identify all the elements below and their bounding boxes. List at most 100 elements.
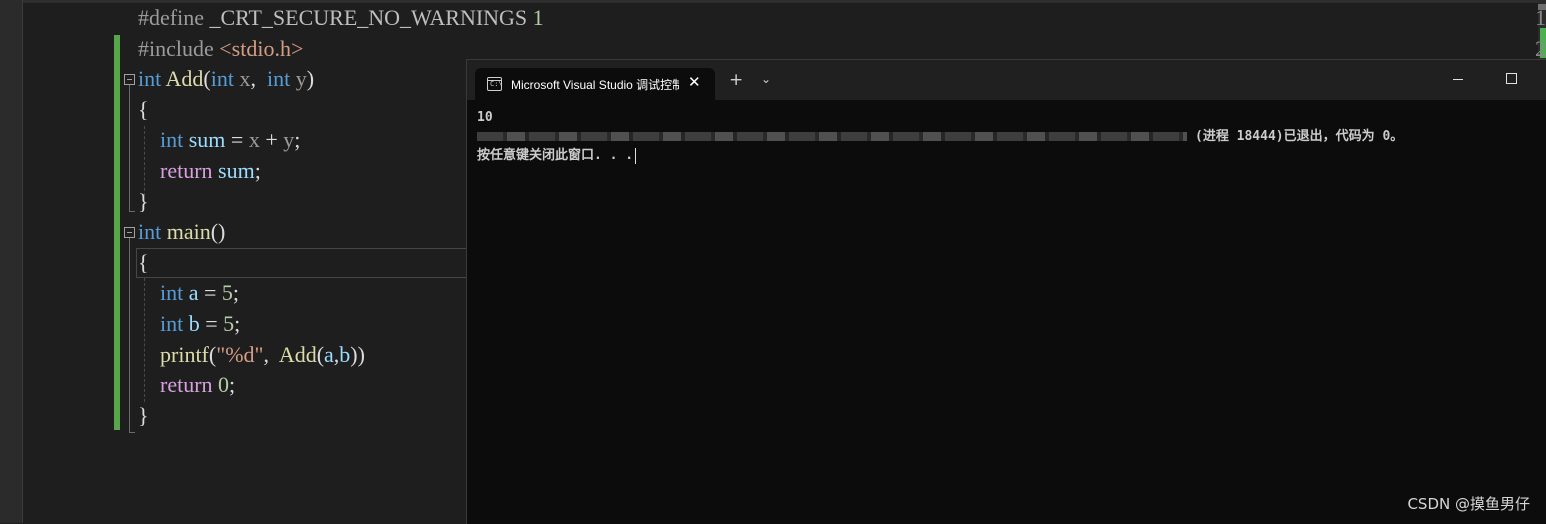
prompt-line: 按任意键关闭此窗口. . . bbox=[477, 146, 1403, 165]
code-token: int bbox=[210, 66, 234, 92]
code-token: 5 bbox=[221, 280, 233, 306]
output-result-line: 10 bbox=[477, 110, 493, 125]
text-cursor bbox=[635, 147, 637, 164]
code-token: main bbox=[166, 219, 211, 245]
code-token: ; bbox=[294, 127, 301, 153]
code-token: b bbox=[339, 341, 351, 367]
code-line: int a = 5; bbox=[138, 278, 239, 308]
code-token: int bbox=[160, 311, 184, 336]
code-line: int b = 5; bbox=[138, 309, 240, 339]
code-token: x bbox=[248, 127, 260, 153]
code-line: int main() bbox=[138, 217, 225, 247]
code-token: ) bbox=[306, 66, 315, 92]
code-token: a bbox=[324, 341, 334, 367]
code-token: int bbox=[160, 127, 184, 153]
code-line: #define _CRT_SECURE_NO_WARNINGS 1 bbox=[138, 3, 544, 33]
code-line: #include <stdio.h> bbox=[138, 34, 303, 64]
redacted-path bbox=[477, 132, 1187, 141]
code-token: = bbox=[198, 280, 222, 306]
code-token: () bbox=[210, 219, 226, 245]
code-token: , bbox=[250, 66, 267, 92]
code-token: int bbox=[160, 280, 184, 306]
minimize-button[interactable] bbox=[1453, 79, 1463, 80]
code-token: , bbox=[263, 341, 279, 367]
code-line: } bbox=[138, 187, 149, 217]
code-token: ; bbox=[234, 311, 241, 336]
code-token: _CRT_SECURE_NO_WARNINGS bbox=[209, 5, 528, 30]
fold-guide-add-end bbox=[129, 211, 135, 212]
prompt-text: 按任意键关闭此窗口. . . bbox=[477, 148, 634, 163]
code-token: y bbox=[295, 66, 307, 92]
code-token: y bbox=[283, 127, 295, 153]
code-token: ; bbox=[254, 158, 261, 183]
code-token: Add bbox=[278, 341, 317, 367]
code-token: 0 bbox=[218, 372, 230, 398]
code-token: } bbox=[138, 188, 149, 214]
fold-toggle-main[interactable] bbox=[124, 227, 135, 238]
code-token: = bbox=[225, 127, 249, 153]
code-token: + bbox=[259, 127, 284, 153]
code-line: int sum = x + y; bbox=[138, 125, 300, 155]
fold-guide-main-end bbox=[129, 432, 135, 433]
code-token: int bbox=[138, 219, 162, 245]
code-token: ( bbox=[203, 66, 211, 92]
code-line: int Add(int x, int y) bbox=[138, 64, 314, 94]
code-token: )) bbox=[350, 341, 365, 367]
code-token: 1 bbox=[527, 5, 544, 30]
code-line: printf("%d", Add(a,b)) bbox=[138, 340, 365, 370]
change-indicator-bar bbox=[114, 35, 120, 430]
code-token: { bbox=[138, 249, 149, 275]
code-token: ( bbox=[316, 341, 325, 367]
code-token: } bbox=[138, 402, 149, 428]
console-tab-bar: C:\ Microsoft Visual Studio 调试控制台 ✕ + ⌄ bbox=[467, 60, 1546, 100]
new-tab-button[interactable]: + bbox=[729, 72, 743, 89]
code-token: a bbox=[188, 280, 199, 306]
terminal-icon: C:\ bbox=[487, 77, 503, 91]
maximize-button[interactable] bbox=[1506, 73, 1517, 84]
fold-guide-main bbox=[129, 238, 130, 432]
exit-message-line: (进程 18444)已退出，代码为 0。 bbox=[477, 127, 1403, 146]
code-token: int bbox=[138, 66, 162, 92]
code-line: } bbox=[138, 401, 149, 431]
code-token: #define bbox=[138, 5, 210, 30]
code-token: = bbox=[199, 311, 224, 336]
code-token: sum bbox=[218, 158, 255, 183]
code-token: { bbox=[138, 96, 149, 122]
console-output[interactable]: 10 (进程 18444)已退出，代码为 0。 按任意键关闭此窗口. . . bbox=[477, 108, 1403, 165]
exit-message-text: (进程 18444)已退出，代码为 0。 bbox=[1195, 129, 1404, 144]
code-token: return bbox=[160, 372, 213, 398]
close-tab-icon[interactable]: ✕ bbox=[688, 73, 701, 91]
terminal-icon-glyph: C:\ bbox=[490, 80, 503, 88]
code-token: 5 bbox=[223, 311, 235, 336]
code-line: { bbox=[138, 248, 149, 278]
code-token: "%d" bbox=[216, 341, 264, 367]
code-token: <stdio.h> bbox=[219, 35, 304, 61]
code-token: return bbox=[160, 158, 213, 183]
code-token: ; bbox=[229, 372, 236, 398]
code-token: ; bbox=[232, 280, 240, 306]
code-token: printf bbox=[160, 341, 209, 367]
watermark: CSDN @摸鱼男仔 bbox=[1407, 495, 1530, 513]
code-token: int bbox=[266, 66, 291, 92]
debug-console-window: C:\ Microsoft Visual Studio 调试控制台 ✕ + ⌄ … bbox=[466, 59, 1546, 524]
code-token: b bbox=[188, 311, 200, 336]
console-tab[interactable]: C:\ Microsoft Visual Studio 调试控制台 ✕ bbox=[475, 68, 715, 100]
fold-toggle-add[interactable] bbox=[124, 74, 135, 85]
code-token: Add bbox=[165, 66, 204, 92]
console-tab-title: Microsoft Visual Studio 调试控制台 bbox=[511, 78, 679, 92]
code-token: x bbox=[239, 66, 251, 92]
code-line: return 0; bbox=[138, 370, 235, 400]
line-number: 1 bbox=[1535, 5, 1546, 30]
chevron-down-icon[interactable]: ⌄ bbox=[761, 72, 771, 86]
current-line-highlight bbox=[136, 248, 477, 278]
editor-left-margin bbox=[0, 0, 23, 523]
code-line: return sum; bbox=[138, 156, 261, 186]
code-token: #include bbox=[138, 35, 220, 61]
code-token: sum bbox=[188, 127, 226, 153]
